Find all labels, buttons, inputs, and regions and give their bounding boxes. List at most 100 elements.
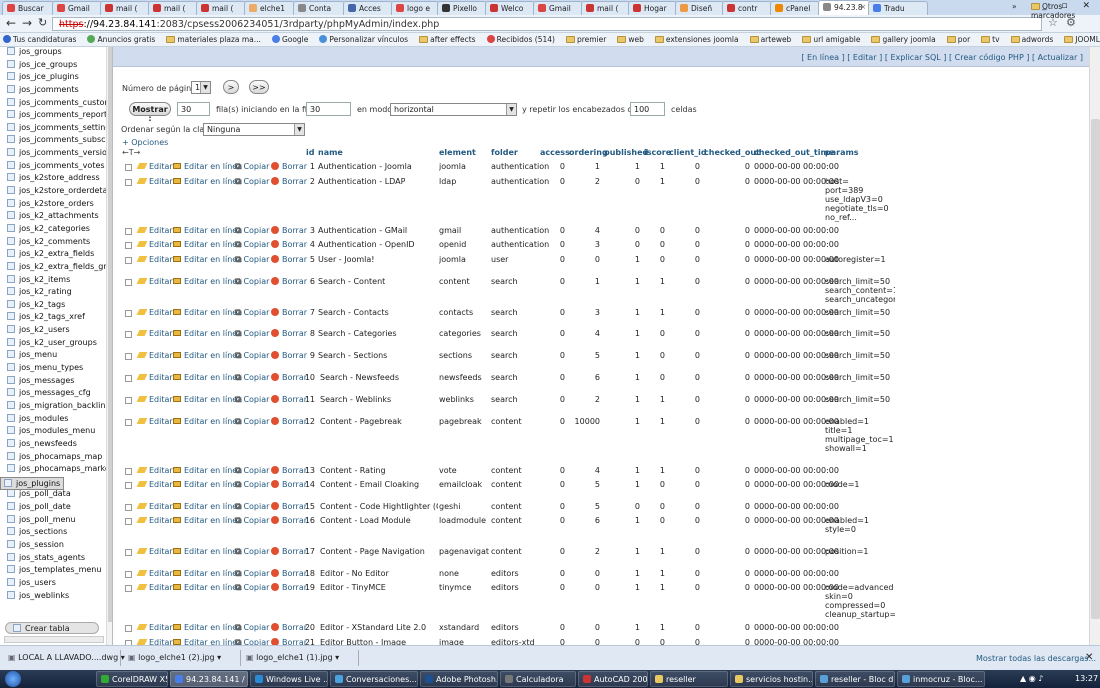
- column-header-params[interactable]: params: [825, 148, 859, 157]
- table-list-item[interactable]: jos_k2store_orders: [0, 198, 112, 212]
- row-checkbox[interactable]: [125, 179, 132, 186]
- delete-link[interactable]: Borrar: [271, 547, 307, 556]
- browser-tab[interactable]: Welco: [485, 1, 535, 15]
- chevron-down-icon[interactable]: ▾: [215, 653, 221, 662]
- delete-link[interactable]: Borrar: [271, 638, 307, 645]
- column-header-id[interactable]: id: [306, 148, 314, 157]
- system-tray-icons[interactable]: ▲ ◉ ♪: [1020, 674, 1043, 683]
- table-list-item[interactable]: jos_messages_cfg: [0, 388, 112, 401]
- edit-link[interactable]: Editar: [136, 351, 173, 360]
- edit-link[interactable]: Editar: [136, 466, 173, 475]
- table-list-item[interactable]: jos_k2_tags: [0, 299, 112, 313]
- copy-link[interactable]: ⧉ Copiar: [235, 162, 269, 172]
- other-bookmarks[interactable]: Otros marcadores: [1031, 2, 1100, 20]
- table-list-item[interactable]: jos_jcomments_votes: [0, 160, 112, 174]
- query-link[interactable]: [ Explicar SQL ]: [885, 53, 947, 62]
- table-list-item[interactable]: jos_stats_agents: [0, 552, 112, 566]
- taskbar-button[interactable]: servicios hostin...: [730, 671, 813, 687]
- browser-tab[interactable]: mail (: [581, 1, 630, 15]
- query-link[interactable]: [ En línea ]: [801, 53, 844, 62]
- edit-link[interactable]: Editar: [136, 547, 173, 556]
- table-list-item[interactable]: jos_poll_menu: [0, 514, 112, 528]
- delete-link[interactable]: Borrar: [271, 351, 307, 360]
- inline-edit-link[interactable]: Editar en línea: [173, 277, 242, 286]
- chevron-down-icon[interactable]: ▾: [333, 653, 339, 662]
- browser-tab[interactable]: Hogar: [628, 1, 677, 15]
- reload-icon[interactable]: ↻: [38, 16, 47, 29]
- create-table-button[interactable]: Crear tabla: [5, 622, 99, 634]
- edit-link[interactable]: Editar: [136, 277, 173, 286]
- table-list-item[interactable]: jos_newsfeeds: [0, 438, 112, 452]
- inline-edit-link[interactable]: Editar en línea: [173, 226, 242, 235]
- taskbar-button[interactable]: Windows Live ...: [250, 671, 328, 687]
- table-list-item[interactable]: jos_users: [0, 577, 112, 591]
- table-list-item[interactable]: jos_k2_rating: [0, 287, 112, 300]
- taskbar-button[interactable]: 94.23.84.141 / lo...: [170, 671, 248, 687]
- taskbar-button[interactable]: inmocruz - Bloc...: [897, 671, 985, 687]
- table-list-item[interactable]: jos_k2_user_groups: [0, 337, 112, 351]
- browser-tab[interactable]: Gmail: [52, 1, 102, 15]
- delete-link[interactable]: Borrar: [271, 255, 307, 264]
- inline-edit-link[interactable]: Editar en línea: [173, 623, 242, 632]
- column-arrows-icon[interactable]: ←T→: [122, 148, 140, 157]
- column-header-folder[interactable]: folder: [491, 148, 518, 157]
- row-checkbox[interactable]: [125, 419, 132, 426]
- copy-link[interactable]: ⧉ Copiar: [235, 351, 269, 361]
- inline-edit-link[interactable]: Editar en línea: [173, 351, 242, 360]
- table-list-item[interactable]: jos_jcomments_version: [0, 148, 112, 161]
- column-header-element[interactable]: element: [439, 148, 476, 157]
- table-list-item[interactable]: jos_k2_comments: [0, 236, 112, 250]
- edit-link[interactable]: Editar: [136, 308, 173, 317]
- edit-link[interactable]: Editar: [136, 373, 173, 382]
- sidebar-horizontal-scrollbar[interactable]: [4, 636, 104, 643]
- delete-link[interactable]: Borrar: [271, 240, 307, 249]
- delete-link[interactable]: Borrar: [271, 516, 307, 525]
- table-list-item[interactable]: jos_jcomments_subscriptions: [0, 135, 112, 148]
- back-arrow-icon[interactable]: ←: [6, 16, 16, 30]
- edit-link[interactable]: Editar: [136, 255, 173, 264]
- table-list-item[interactable]: jos_migration_backlinks: [0, 400, 112, 414]
- table-list-item[interactable]: jos_jcomments_custom_bbcodes: [0, 97, 112, 111]
- delete-link[interactable]: Borrar: [271, 466, 307, 475]
- browser-tab[interactable]: elche1: [244, 1, 295, 15]
- delete-link[interactable]: Borrar: [271, 277, 307, 286]
- row-checkbox[interactable]: [125, 549, 132, 556]
- browser-tab[interactable]: Acces: [343, 1, 393, 15]
- bookmark-item[interactable]: Tus candidaturas: [0, 33, 79, 44]
- copy-link[interactable]: ⧉ Copiar: [235, 277, 269, 287]
- delete-link[interactable]: Borrar: [271, 395, 307, 404]
- bookmarks-more-icon[interactable]: »: [1012, 2, 1017, 11]
- copy-link[interactable]: ⧉ Copiar: [235, 547, 269, 557]
- edit-link[interactable]: Editar: [136, 638, 173, 645]
- browser-tab[interactable]: mail (: [100, 1, 150, 15]
- row-checkbox[interactable]: [125, 310, 132, 317]
- options-link[interactable]: + Opciones: [122, 138, 168, 147]
- column-header-name[interactable]: name: [318, 148, 343, 157]
- inline-edit-link[interactable]: Editar en línea: [173, 177, 242, 186]
- edit-link[interactable]: Editar: [136, 583, 173, 592]
- bookmark-item[interactable]: after effects: [416, 33, 479, 44]
- order-key-select[interactable]: Ninguna ▼: [203, 123, 305, 136]
- row-checkbox[interactable]: [125, 397, 132, 404]
- repeat-headers-input[interactable]: 100: [630, 102, 665, 116]
- edit-link[interactable]: Editar: [136, 240, 173, 249]
- taskbar-button[interactable]: Conversaciones...: [330, 671, 418, 687]
- copy-link[interactable]: ⧉ Copiar: [235, 583, 269, 593]
- table-list-item[interactable]: jos_k2_tags_xref: [0, 312, 112, 325]
- bookmark-item[interactable]: materiales plaza ma...: [163, 33, 264, 44]
- delete-link[interactable]: Borrar: [271, 373, 307, 382]
- inline-edit-link[interactable]: Editar en línea: [173, 395, 242, 404]
- row-checkbox[interactable]: [125, 279, 132, 286]
- table-list-item[interactable]: jos_k2_attachments: [0, 211, 112, 224]
- delete-link[interactable]: Borrar: [271, 583, 307, 592]
- taskbar-button[interactable]: reseller: [650, 671, 728, 687]
- close-tab-icon[interactable]: ×: [860, 3, 866, 11]
- close-downloads-icon[interactable]: ✕: [1085, 652, 1093, 663]
- last-page-button[interactable]: >>: [249, 80, 269, 94]
- row-checkbox[interactable]: [125, 518, 132, 525]
- table-list-item[interactable]: jos_modules: [0, 413, 112, 427]
- edit-link[interactable]: Editar: [136, 226, 173, 235]
- table-list-item[interactable]: jos_sections: [0, 527, 112, 540]
- bookmark-item[interactable]: extensiones joomla: [652, 33, 742, 44]
- row-checkbox[interactable]: [125, 164, 132, 171]
